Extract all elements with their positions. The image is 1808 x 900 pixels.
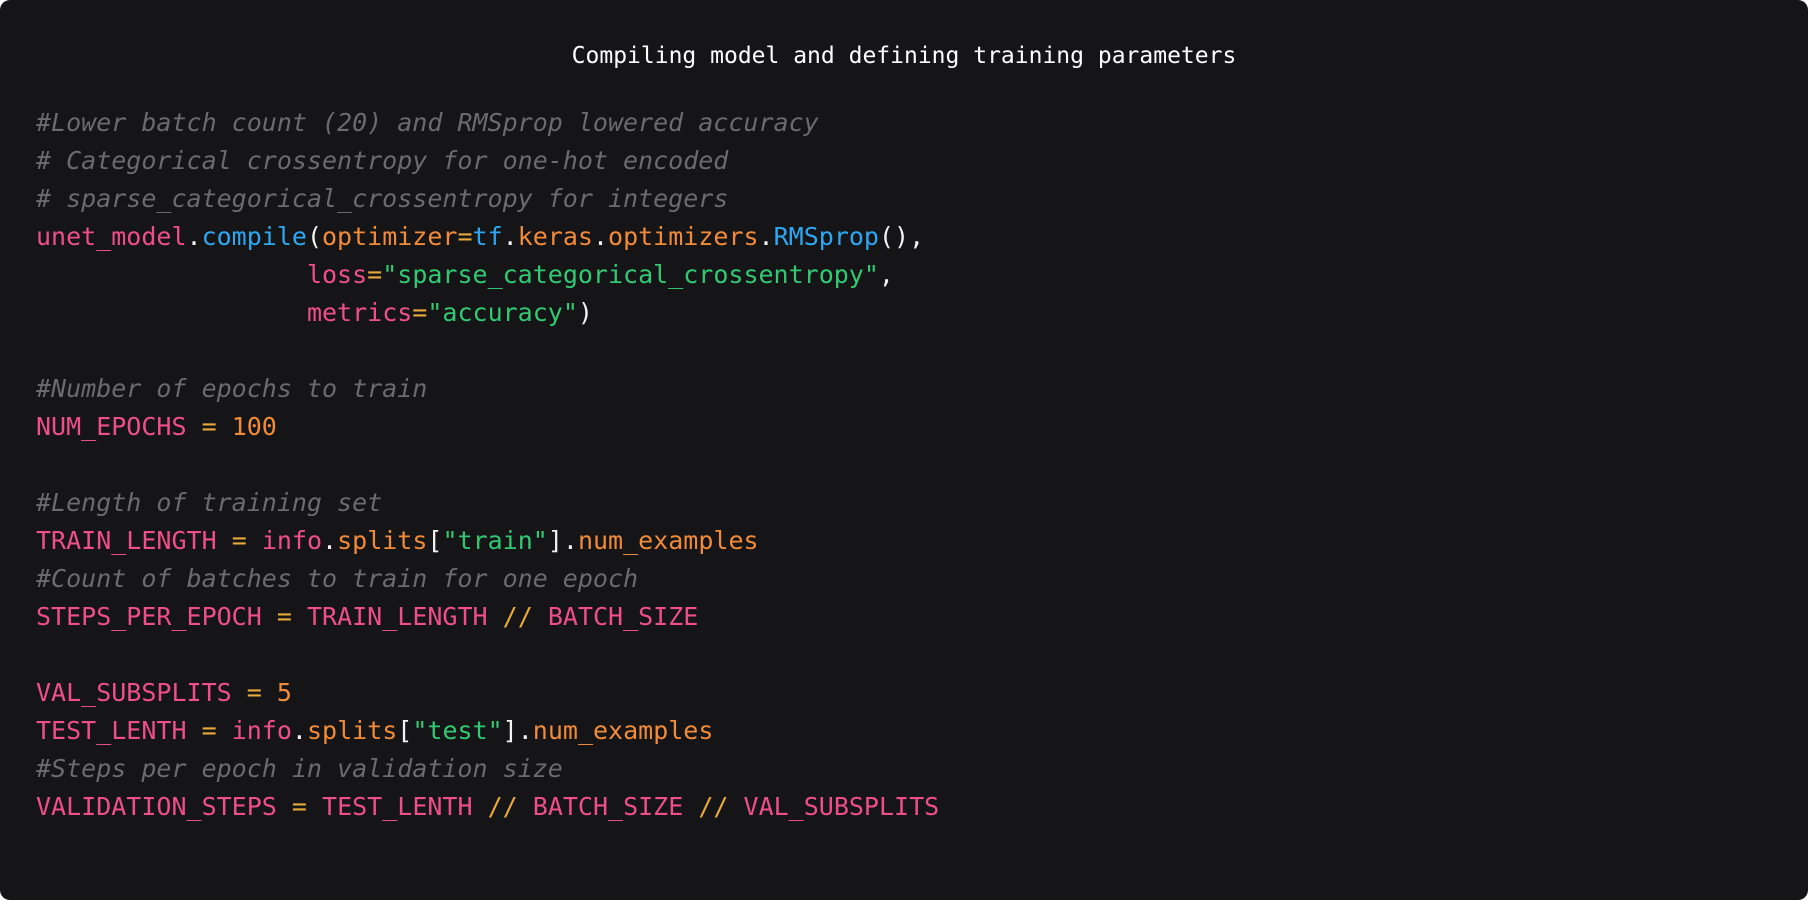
- code-token-variable: TEST_LENTH: [322, 792, 473, 821]
- code-line-8: #Number of epochs to train: [36, 370, 939, 408]
- code-token-module: optimizers: [608, 222, 759, 251]
- code-line-6: metrics="accuracy"): [306, 298, 593, 327]
- code-line-11: #Length of training set: [36, 484, 939, 522]
- code-token-variable: info: [261, 526, 323, 555]
- code-token-string: "test": [412, 716, 503, 745]
- code-token-attribute: num_examples: [577, 526, 759, 555]
- code-token-attribute: num_examples: [532, 716, 714, 745]
- code-line-14: STEPS_PER_EPOCH = TRAIN_LENGTH // BATCH_…: [36, 602, 699, 631]
- code-token-variable: info: [231, 716, 292, 745]
- code-line-19: VALIDATION_STEPS = TEST_LENTH // BATCH_S…: [36, 792, 940, 821]
- code-token-variable: TRAIN_LENGTH: [306, 602, 488, 631]
- code-line-5: loss="sparse_categorical_crossentropy",: [306, 260, 894, 289]
- code-window: Compiling model and defining training pa…: [0, 0, 1808, 900]
- comment: #Length of training set: [36, 488, 383, 517]
- code-token-variable: STEPS_PER_EPOCH: [36, 602, 262, 631]
- code-token-operator: //: [698, 792, 729, 821]
- code-token-module: tf: [472, 222, 503, 251]
- code-token-attribute: splits: [337, 526, 428, 555]
- comment: #Steps per epoch in validation size: [36, 754, 563, 783]
- code-token-number: 5: [276, 678, 292, 707]
- code-line-13: #Count of batches to train for one epoch: [36, 560, 939, 598]
- code-token-operator: //: [502, 602, 533, 631]
- code-token-string: "train": [442, 526, 548, 555]
- comment: # sparse_categorical_crossentropy for in…: [36, 184, 729, 213]
- comment: #Lower batch count (20) and RMSprop lowe…: [36, 108, 819, 137]
- code-block-title: Compiling model and defining training pa…: [571, 43, 1237, 69]
- code-line-12: TRAIN_LENGTH = info.splits["train"].num_…: [36, 526, 759, 555]
- code-token-variable: TEST_LENTH: [36, 716, 187, 745]
- comment: #Number of epochs to train: [36, 374, 428, 403]
- code-token-number: 100: [231, 412, 277, 441]
- code-token-string: "accuracy": [427, 298, 578, 327]
- code-token-keyword-arg: optimizer: [322, 222, 458, 251]
- code-token-variable: TRAIN_LENGTH: [36, 526, 217, 555]
- code-line-16: VAL_SUBSPLITS = 5: [36, 678, 292, 707]
- comment: # Categorical crossentropy for one-hot e…: [36, 146, 729, 175]
- code-token-keyword-arg: metrics: [306, 298, 413, 327]
- code-token-string: "sparse_categorical_crossentropy": [382, 260, 879, 289]
- code-line-9: NUM_EPOCHS = 100: [36, 412, 277, 441]
- comment: #Count of batches to train for one epoch: [36, 564, 639, 593]
- code-line-17: TEST_LENTH = info.splits["test"].num_exa…: [36, 716, 714, 745]
- code-line-18: #Steps per epoch in validation size: [36, 750, 939, 788]
- code-line-2: # Categorical crossentropy for one-hot e…: [36, 142, 939, 180]
- code-token-operator: //: [487, 792, 518, 821]
- code-token-variable: BATCH_SIZE: [532, 792, 684, 821]
- code-token-variable: VAL_SUBSPLITS: [36, 678, 232, 707]
- code-token-attribute: splits: [306, 716, 398, 745]
- code-line-1: #Lower batch count (20) and RMSprop lowe…: [36, 104, 939, 142]
- code-token-variable: unet_model: [36, 222, 187, 251]
- code-token-variable: NUM_EPOCHS: [36, 412, 187, 441]
- code-token-function: RMSprop: [773, 222, 879, 251]
- code-token-variable: VALIDATION_STEPS: [36, 792, 277, 821]
- code-token-variable: BATCH_SIZE: [547, 602, 699, 631]
- code-token-function: compile: [201, 222, 307, 251]
- code-line-3: # sparse_categorical_crossentropy for in…: [36, 180, 939, 218]
- code-token-module: keras: [517, 222, 593, 251]
- code-block[interactable]: #Lower batch count (20) and RMSprop lowe…: [36, 104, 939, 826]
- code-token-keyword-arg: loss: [306, 260, 368, 289]
- code-line-4: unet_model.compile(optimizer=tf.keras.op…: [36, 222, 925, 251]
- code-token-variable: VAL_SUBSPLITS: [743, 792, 940, 821]
